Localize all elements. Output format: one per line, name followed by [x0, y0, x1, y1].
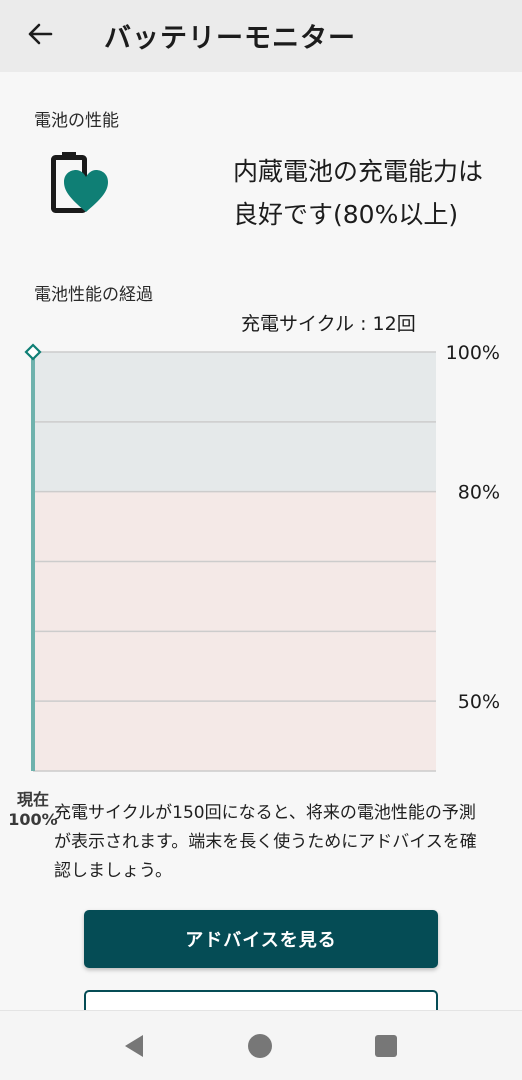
arrow-left-icon: [28, 23, 53, 45]
prediction-info-text: 充電サイクルが150回になると、将来の電池性能の予測が表示されます。端末を長く使…: [54, 803, 477, 881]
performance-status: 内蔵電池の充電能力は 良好です(80%以上): [233, 150, 518, 236]
trend-section-label: 電池性能の経過: [34, 285, 153, 305]
square-recents-icon[interactable]: [373, 1033, 399, 1059]
battery-heart-icon: [51, 152, 108, 213]
page-title: バッテリーモニター: [104, 23, 356, 54]
y-tick-label: 50%: [458, 691, 500, 713]
battery-performance-chart: 100% 80% 50% 現在 100%: [0, 340, 522, 829]
performance-section-label: 電池の性能: [34, 111, 119, 131]
back-button[interactable]: [20, 14, 60, 54]
system-nav-bar: [0, 1010, 522, 1080]
chart-svg: 100% 80% 50%: [24, 342, 500, 772]
performance-status-line2: 良好です(80%以上): [233, 200, 459, 229]
performance-status-line1: 内蔵電池の充電能力は: [233, 157, 484, 186]
triangle-back-icon[interactable]: [121, 1033, 147, 1059]
y-tick-label: 100%: [446, 342, 500, 364]
view-advice-button[interactable]: アドバイスを見る: [84, 910, 438, 968]
charge-cycle-count: 充電サイクル : 12回: [241, 313, 416, 335]
circle-home-icon[interactable]: [247, 1033, 273, 1059]
app-bar: バッテリーモニター: [0, 0, 522, 72]
y-tick-label: 80%: [458, 482, 500, 504]
battery-monitor-screen: バッテリーモニター 電池の性能 内蔵電池の充電能力は 良好です(80%以上) 電…: [0, 0, 522, 1080]
main-content: 電池の性能 内蔵電池の充電能力は 良好です(80%以上) 電池性能の経過 充電サ…: [0, 72, 522, 1048]
